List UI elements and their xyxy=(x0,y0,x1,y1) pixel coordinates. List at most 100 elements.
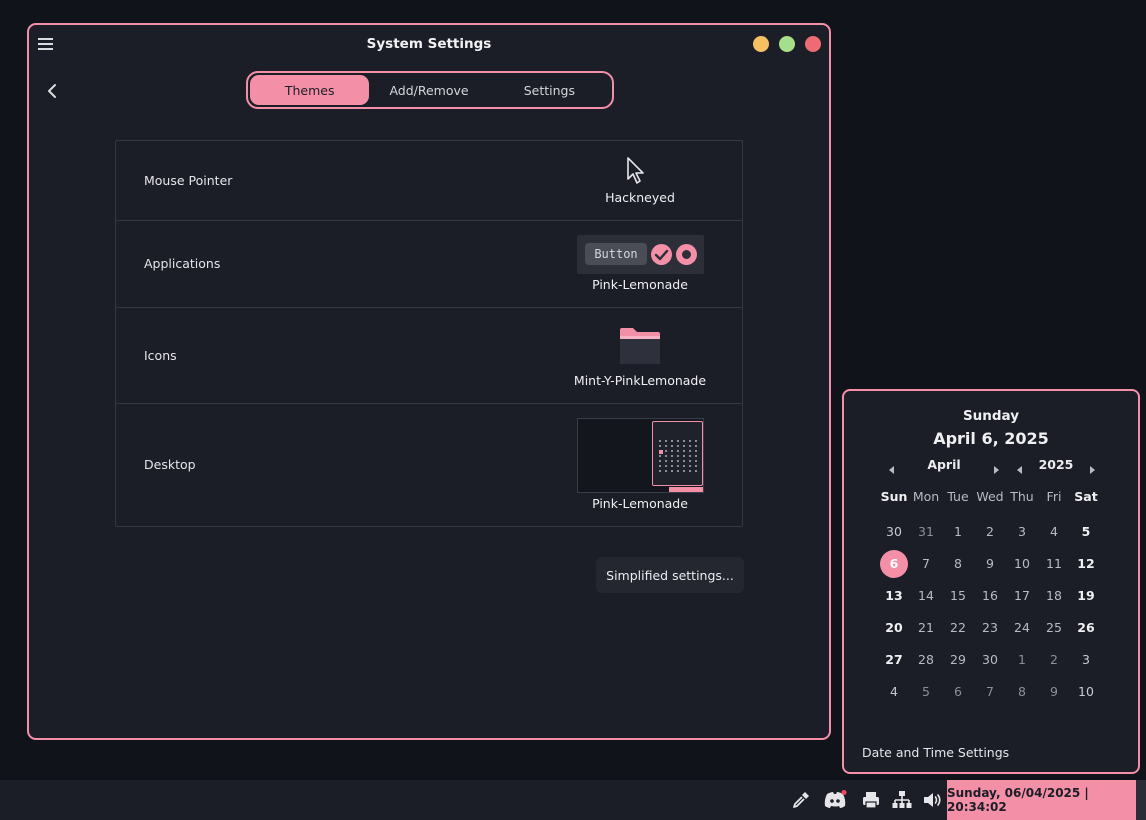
theme-row-value: Hackneyed xyxy=(605,190,675,205)
calendar-day[interactable]: 5 xyxy=(910,679,942,705)
calendar-day[interactable]: 9 xyxy=(1038,679,1070,705)
printer-icon[interactable] xyxy=(861,790,881,810)
date-time-settings-link[interactable]: Date and Time Settings xyxy=(862,745,1009,760)
calendar-day[interactable]: 15 xyxy=(942,583,974,609)
applications-theme-preview: Button xyxy=(577,235,704,274)
folder-icon xyxy=(619,327,661,369)
calendar-month[interactable]: April xyxy=(904,457,984,472)
previous-month-icon[interactable] xyxy=(887,461,897,474)
theme-row-value: Pink-Lemonade xyxy=(592,277,688,292)
theme-row-value: Mint-Y-PinkLemonade xyxy=(573,373,707,388)
calendar-day[interactable]: 2 xyxy=(974,519,1006,545)
theme-row-label: Applications xyxy=(144,256,221,271)
desktop-theme-preview xyxy=(577,418,704,493)
network-icon[interactable] xyxy=(892,790,912,810)
theme-row-label: Desktop xyxy=(144,457,196,472)
calendar-day[interactable]: 30 xyxy=(878,519,910,545)
calendar-day-today[interactable]: 6 xyxy=(878,550,910,578)
calendar-day[interactable]: 30 xyxy=(974,647,1006,673)
theme-row-label: Mouse Pointer xyxy=(144,173,233,188)
theme-row-label: Icons xyxy=(144,348,177,363)
calendar-day[interactable]: 23 xyxy=(974,615,1006,641)
calendar-day-name: Sunday xyxy=(962,408,1020,424)
weekday-header: Tue xyxy=(947,489,969,504)
calendar-day[interactable]: 2 xyxy=(1038,647,1070,673)
maximize-button[interactable] xyxy=(779,36,795,52)
calendar-day[interactable]: 8 xyxy=(1006,679,1038,705)
calendar-day[interactable]: 24 xyxy=(1006,615,1038,641)
theme-row-mouse-pointer[interactable]: Mouse Pointer Hackneyed xyxy=(116,141,742,221)
calendar-day[interactable]: 19 xyxy=(1070,583,1102,609)
show-desktop-button[interactable] xyxy=(1136,780,1146,820)
calendar-day[interactable]: 3 xyxy=(1006,519,1038,545)
calendar-day[interactable]: 3 xyxy=(1070,647,1102,673)
color-picker-icon[interactable] xyxy=(791,790,811,810)
calendar-day[interactable]: 7 xyxy=(974,679,1006,705)
tab-bar: Themes Add/Remove Settings xyxy=(246,71,614,109)
calendar-day[interactable]: 29 xyxy=(942,647,974,673)
close-button[interactable] xyxy=(805,36,821,52)
theme-row-icons[interactable]: Icons Mint-Y-PinkLemonade xyxy=(116,308,742,404)
calendar-day[interactable]: 6 xyxy=(942,679,974,705)
next-month-icon[interactable] xyxy=(991,461,1001,474)
calendar-day[interactable]: 16 xyxy=(974,583,1006,609)
calendar-day[interactable]: 17 xyxy=(1006,583,1038,609)
weekday-header: Sun xyxy=(880,489,908,504)
preview-button-sample: Button xyxy=(585,243,647,265)
calendar-day[interactable]: 25 xyxy=(1038,615,1070,641)
titlebar: System Settings xyxy=(29,25,829,65)
discord-icon[interactable] xyxy=(823,790,847,810)
calendar-day[interactable]: 1 xyxy=(942,519,974,545)
theme-list: Mouse Pointer Hackneyed Applications But… xyxy=(115,140,743,527)
calendar-day[interactable]: 10 xyxy=(1006,551,1038,577)
weekday-header: Wed xyxy=(976,489,1004,504)
calendar-day[interactable]: 1 xyxy=(1006,647,1038,673)
volume-icon[interactable] xyxy=(922,790,942,810)
calendar-day[interactable]: 28 xyxy=(910,647,942,673)
checkmark-icon xyxy=(651,244,672,265)
calendar-day[interactable]: 22 xyxy=(942,615,974,641)
calendar-day[interactable]: 12 xyxy=(1070,551,1102,577)
radio-icon xyxy=(676,244,697,265)
system-settings-window: System Settings Themes Add/Remove Settin… xyxy=(27,23,831,740)
calendar-day[interactable]: 20 xyxy=(878,615,910,641)
calendar-day[interactable]: 9 xyxy=(974,551,1006,577)
calendar-year[interactable]: 2025 xyxy=(1031,457,1081,472)
calendar-day[interactable]: 13 xyxy=(878,583,910,609)
window-title: System Settings xyxy=(366,36,492,52)
theme-row-applications[interactable]: Applications Button Pink-Lemonade xyxy=(116,221,742,308)
calendar-day[interactable]: 27 xyxy=(878,647,910,673)
calendar-full-date: April 6, 2025 xyxy=(933,429,1049,448)
calendar-day[interactable]: 8 xyxy=(942,551,974,577)
theme-row-desktop[interactable]: Desktop Pink-Lemonade xyxy=(116,404,742,527)
next-year-icon[interactable] xyxy=(1087,461,1097,474)
calendar-day[interactable]: 31 xyxy=(910,519,942,545)
weekday-header: Fri xyxy=(1046,489,1062,504)
previous-year-icon[interactable] xyxy=(1015,461,1025,474)
taskbar-clock[interactable]: Sunday, 06/04/2025 | 20:34:02 xyxy=(947,780,1136,820)
calendar-day[interactable]: 14 xyxy=(910,583,942,609)
weekday-header: Thu xyxy=(1010,489,1034,504)
calendar-day[interactable]: 4 xyxy=(1038,519,1070,545)
back-arrow-icon[interactable] xyxy=(44,80,62,102)
mini-calendar-thumbnail xyxy=(652,421,703,486)
calendar-day[interactable]: 4 xyxy=(878,679,910,705)
calendar-day[interactable]: 7 xyxy=(910,551,942,577)
calendar-day[interactable]: 11 xyxy=(1038,551,1070,577)
mini-taskbar-thumbnail xyxy=(578,487,703,492)
minimize-button[interactable] xyxy=(753,36,769,52)
calendar-day[interactable]: 21 xyxy=(910,615,942,641)
calendar-day[interactable]: 10 xyxy=(1070,679,1102,705)
tab-add-remove[interactable]: Add/Remove xyxy=(369,75,488,105)
taskbar: Sunday, 06/04/2025 | 20:34:02 xyxy=(0,780,1146,820)
weekday-header: Mon xyxy=(912,489,940,504)
calendar-day[interactable]: 26 xyxy=(1070,615,1102,641)
calendar-day[interactable]: 5 xyxy=(1070,519,1102,545)
calendar-day[interactable]: 18 xyxy=(1038,583,1070,609)
mouse-cursor-icon xyxy=(626,157,646,189)
weekday-header: Sat xyxy=(1074,489,1098,504)
tab-themes[interactable]: Themes xyxy=(250,75,370,105)
tab-settings[interactable]: Settings xyxy=(489,75,610,105)
simplified-settings-button[interactable]: Simplified settings... xyxy=(596,557,744,593)
theme-row-value: Pink-Lemonade xyxy=(592,496,688,511)
